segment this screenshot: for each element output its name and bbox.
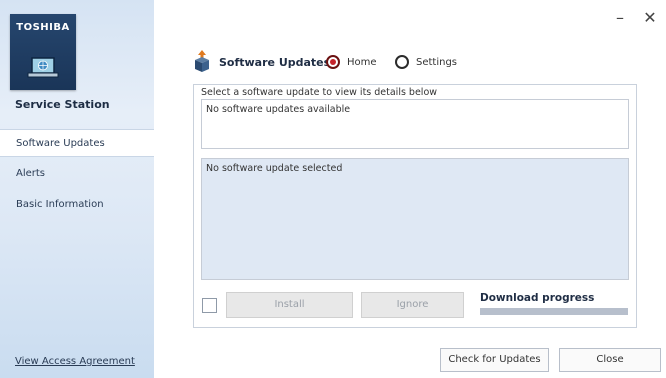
ignore-button[interactable]: Ignore (361, 292, 464, 318)
sidebar-item-label: Basic Information (16, 199, 104, 210)
page-title: Software Updates (219, 56, 331, 69)
brand-logo-text: TOSHIBA (16, 22, 70, 33)
sidebar: TOSHIBA Service Station Software Updates… (0, 0, 154, 378)
close-button[interactable]: Close (559, 348, 661, 372)
close-window-button[interactable]: ✕ (640, 8, 660, 28)
view-access-agreement-link[interactable]: View Access Agreement (15, 356, 135, 367)
settings-radio[interactable] (395, 55, 409, 69)
software-package-icon (195, 50, 209, 72)
home-radio-label[interactable]: Home (347, 57, 377, 68)
check-for-updates-button[interactable]: Check for Updates (440, 348, 549, 372)
minimize-button[interactable]: – (610, 8, 630, 28)
settings-radio-label[interactable]: Settings (416, 57, 457, 68)
download-progress-bar (480, 308, 628, 315)
updates-list[interactable]: No software updates available (201, 99, 629, 149)
update-details-text: No software update selected (206, 163, 343, 174)
updates-list-empty-text: No software updates available (206, 104, 351, 115)
install-button[interactable]: Install (226, 292, 353, 318)
laptop-icon (27, 57, 59, 78)
update-details: No software update selected (201, 158, 629, 280)
selection-hint: Select a software update to view its det… (201, 87, 438, 98)
download-progress-label: Download progress (480, 292, 595, 304)
app-name: Service Station (15, 98, 110, 111)
home-radio[interactable] (326, 55, 340, 69)
logo-tile: TOSHIBA (10, 14, 76, 90)
sidebar-item-label: Software Updates (16, 138, 105, 149)
select-all-checkbox[interactable] (202, 298, 217, 313)
sidebar-item-alerts[interactable]: Alerts (0, 160, 154, 188)
sidebar-item-basic-information[interactable]: Basic Information (0, 191, 154, 219)
sidebar-item-label: Alerts (16, 168, 46, 179)
sidebar-item-software-updates[interactable]: Software Updates (0, 129, 154, 157)
